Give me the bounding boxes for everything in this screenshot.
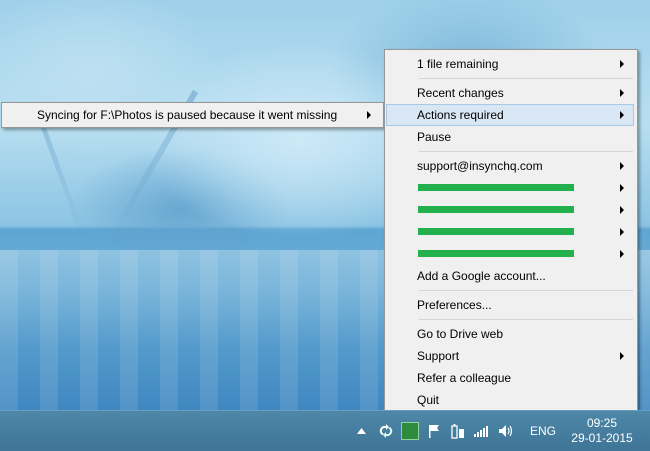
actions-required-submenu: Syncing for F:\Photos is paused because … (1, 102, 384, 128)
menu-item-label: Recent changes (417, 86, 504, 100)
menu-item-label: Actions required (417, 108, 504, 122)
redaction-bar (418, 206, 574, 213)
clock-date: 29-01-2015 (571, 431, 633, 445)
insync-icon[interactable] (399, 420, 421, 442)
menu-item-pause[interactable]: Pause (386, 126, 634, 148)
redaction-bar (418, 228, 574, 235)
volume-icon[interactable] (495, 420, 517, 442)
menu-item-label: Pause (417, 130, 452, 144)
submenu-item-missing-folder[interactable]: Syncing for F:\Photos is paused because … (4, 104, 381, 126)
submenu-item-label: Syncing for F:\Photos is paused because … (37, 108, 338, 122)
menu-item-add-google-account[interactable]: Add a Google account... (386, 265, 634, 287)
show-hidden-icons-icon[interactable] (351, 420, 373, 442)
chevron-right-icon (620, 111, 624, 119)
clock-time: 09:25 (586, 416, 618, 430)
menu-separator (419, 319, 633, 320)
ice-crack-decoration (39, 122, 86, 238)
menu-item-label: Preferences... (417, 298, 492, 312)
menu-separator (419, 78, 633, 79)
chevron-right-icon (620, 250, 624, 258)
menu-separator (419, 290, 633, 291)
taskbar: ENG 09:25 29-01-2015 (0, 410, 650, 451)
menu-item-label: Go to Drive web (417, 327, 504, 341)
menu-item-recent-changes[interactable]: Recent changes (386, 82, 634, 104)
menu-item-actions-required[interactable]: Actions required (386, 104, 634, 126)
menu-item-account-support[interactable]: support@insynchq.com (386, 155, 634, 177)
menu-item-preferences[interactable]: Preferences... (386, 294, 634, 316)
menu-item-label: support@insynchq.com (417, 159, 543, 173)
input-language-indicator[interactable]: ENG (530, 424, 556, 438)
menu-item-files-remaining[interactable]: 1 file remaining (386, 53, 634, 75)
redaction-bar (418, 250, 574, 257)
menu-separator (419, 151, 633, 152)
chevron-right-icon (367, 111, 371, 119)
action-center-flag-icon[interactable] (423, 420, 445, 442)
menu-item-support[interactable]: Support (386, 345, 634, 367)
chevron-right-icon (620, 162, 624, 170)
menu-item-label: Refer a colleague (417, 371, 512, 385)
chevron-right-icon (620, 206, 624, 214)
chevron-right-icon (620, 89, 624, 97)
menu-item-label: Quit (417, 393, 440, 407)
menu-item-drive-web[interactable]: Go to Drive web (386, 323, 634, 345)
menu-item-label: Support (417, 349, 460, 363)
menu-item-quit[interactable]: Quit (386, 389, 634, 411)
menu-item-label: Add a Google account... (417, 269, 546, 283)
network-signal-icon[interactable] (471, 420, 493, 442)
sync-arrows-icon[interactable] (375, 420, 397, 442)
menu-item-refer-colleague[interactable]: Refer a colleague (386, 367, 634, 389)
chevron-right-icon (620, 352, 624, 360)
clock[interactable]: 09:25 29-01-2015 (570, 416, 634, 446)
redaction-bar (418, 184, 574, 191)
menu-item-label: 1 file remaining (417, 57, 499, 71)
chevron-right-icon (620, 228, 624, 236)
insync-logo-icon (400, 422, 419, 440)
system-tray: ENG 09:25 29-01-2015 (350, 411, 650, 451)
power-battery-icon[interactable] (447, 420, 469, 442)
chevron-right-icon (620, 184, 624, 192)
chevron-right-icon (620, 60, 624, 68)
